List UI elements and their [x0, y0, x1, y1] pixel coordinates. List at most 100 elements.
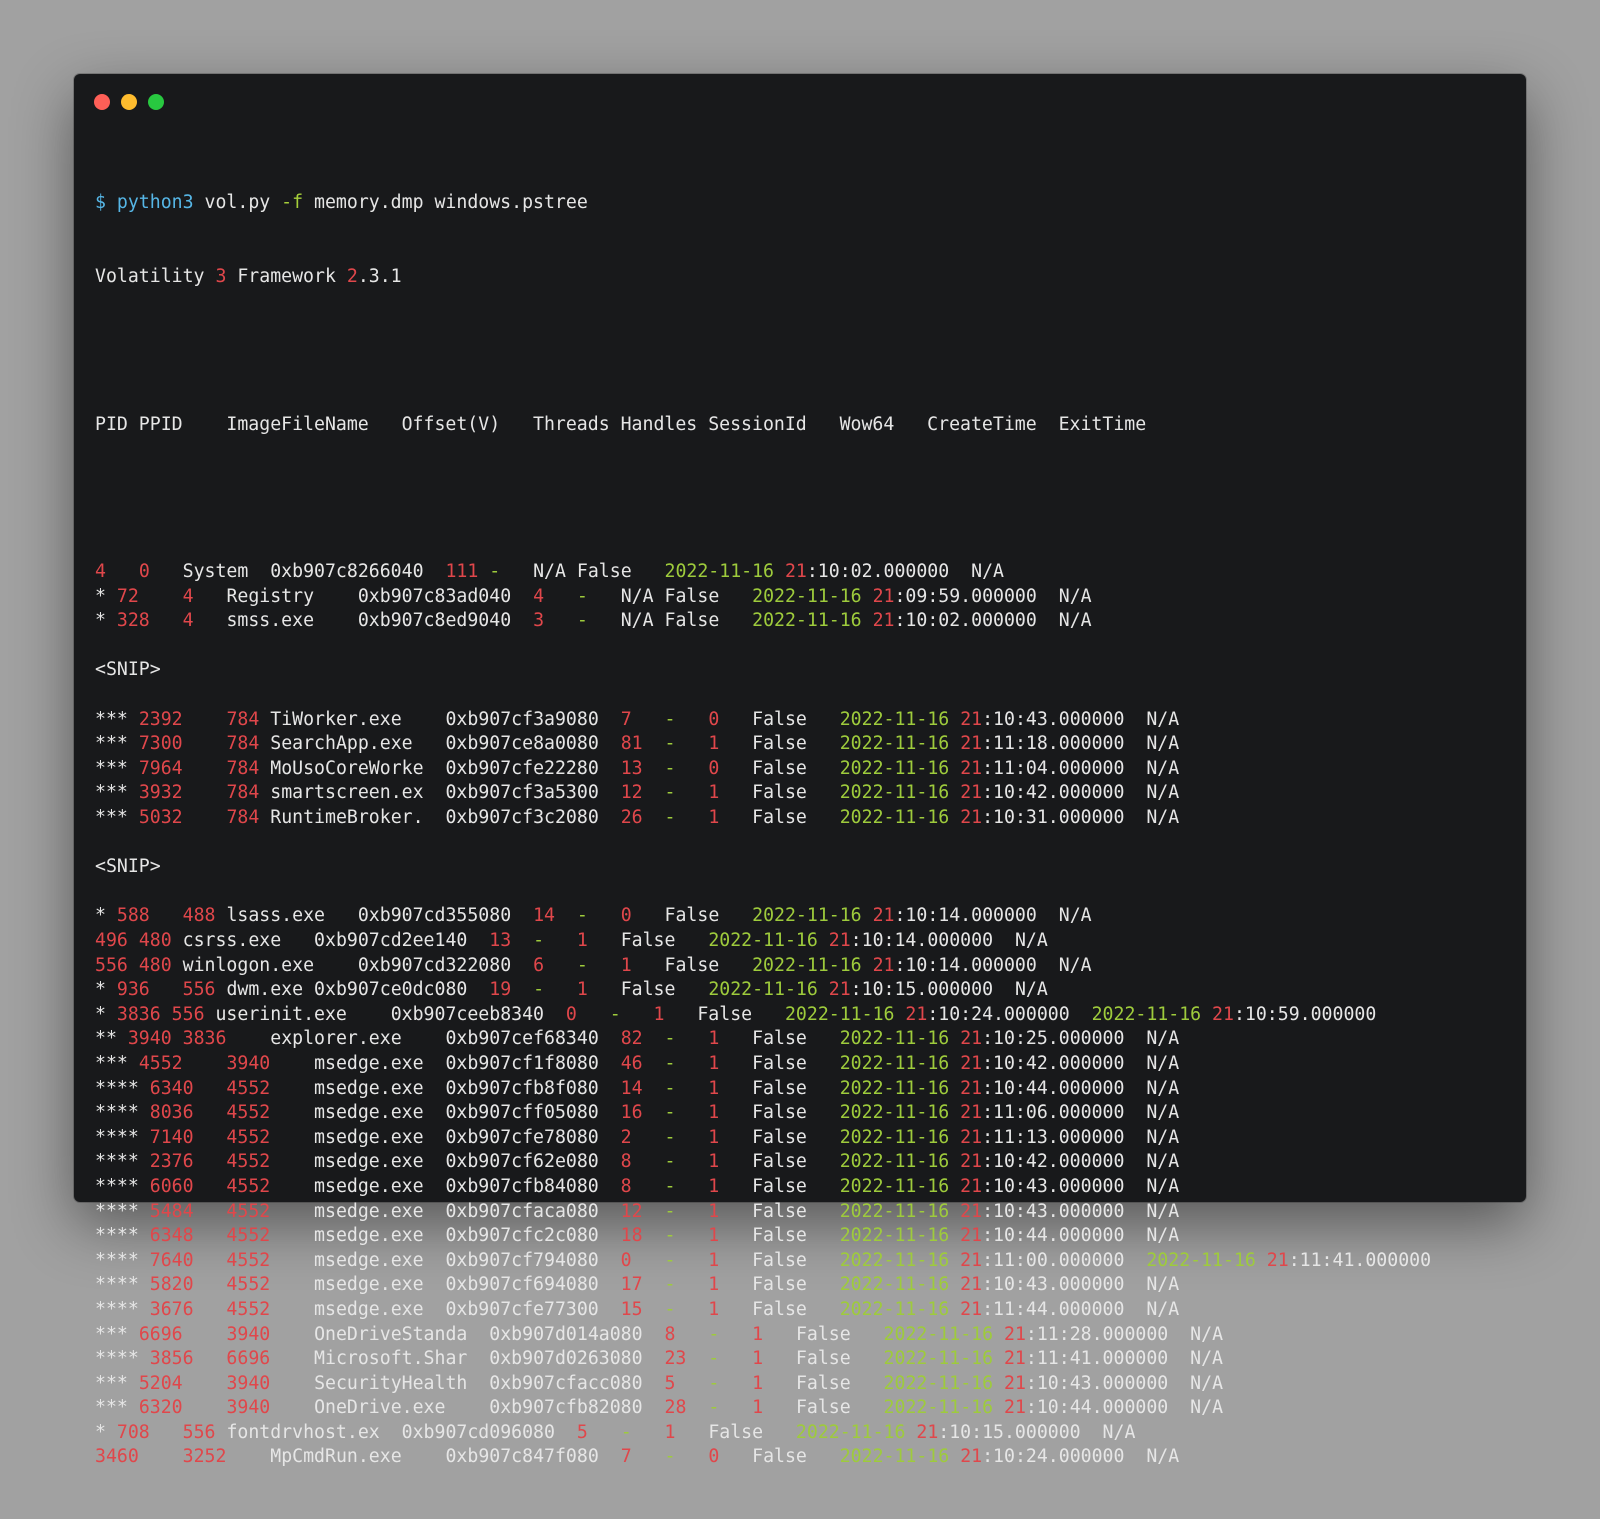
exit-time: N/A: [1014, 930, 1048, 951]
tree-depth: ***: [95, 1323, 139, 1345]
handles: -: [664, 1102, 676, 1124]
process-row[interactable]: *** 5032 784 RuntimeBroker. 0xb907cf3c20…: [95, 806, 1516, 831]
session-id: 1: [708, 1249, 720, 1271]
create-time-date: 2022-11-16: [839, 1151, 950, 1173]
pid: 4552: [138, 1052, 183, 1074]
process-row[interactable]: 3460 3252 MpCmdRun.exe 0xb907c847f080 7 …: [95, 1445, 1516, 1470]
process-row[interactable]: **** 6060 4552 msedge.exe 0xb907cfb84080…: [95, 1175, 1516, 1200]
create-time-date: 2022-11-16: [708, 930, 818, 951]
process-row[interactable]: * 588 488 lsass.exe 0xb907cd355080 14 - …: [95, 904, 1516, 929]
threads: 23: [664, 1348, 687, 1370]
process-row[interactable]: *** 7300 784 SearchApp.exe 0xb907ce8a008…: [95, 732, 1516, 757]
threads: 7: [620, 708, 632, 730]
create-time-hour: 21: [960, 1151, 983, 1173]
exit-time: N/A: [1146, 1175, 1180, 1197]
process-row[interactable]: 496 480 csrss.exe 0xb907cd2ee140 13 - 1 …: [95, 929, 1516, 954]
offset: 0xb907cf3a5300: [445, 782, 599, 804]
process-row[interactable]: **** 5484 4552 msedge.exe 0xb907cfaca080…: [95, 1200, 1516, 1225]
process-row[interactable]: * 708 556 fontdrvhost.ex 0xb907cd096080 …: [95, 1421, 1516, 1446]
process-row[interactable]: *** 4552 3940 msedge.exe 0xb907cf1f8080 …: [95, 1052, 1516, 1077]
threads: 15: [620, 1298, 643, 1320]
exit-time: N/A: [1146, 1446, 1180, 1468]
process-row[interactable]: **** 2376 4552 msedge.exe 0xb907cf62e080…: [95, 1150, 1516, 1175]
offset: 0xb907cfacc080: [489, 1372, 643, 1394]
handles: -: [664, 708, 676, 730]
wow64: False: [620, 979, 676, 1001]
wow64: False: [752, 807, 807, 829]
process-row[interactable]: **** 3676 4552 msedge.exe 0xb907cfe77300…: [95, 1298, 1516, 1323]
process-row[interactable]: **** 3856 6696 Microsoft.Shar 0xb907d026…: [95, 1347, 1516, 1372]
session-id: 1: [708, 1151, 720, 1173]
tree-depth: ****: [95, 1274, 150, 1296]
create-time: 2022-11-16 21:11:04.000000: [839, 757, 1125, 779]
create-time-hour: 21: [872, 610, 895, 632]
threads: 8: [620, 1175, 632, 1197]
create-time-date: 2022-11-16: [752, 905, 862, 927]
process-row[interactable]: *** 6696 3940 OneDriveStanda 0xb907d014a…: [95, 1323, 1516, 1348]
process-row[interactable]: *** 7964 784 MoUsoCoreWorke 0xb907cfe222…: [95, 757, 1516, 782]
offset: 0xb907c8266040: [270, 561, 424, 583]
process-row[interactable]: * 936 556 dwm.exe 0xb907ce0dc080 19 - 1 …: [95, 978, 1516, 1003]
ppid: 3940: [226, 1372, 271, 1394]
terminal-output[interactable]: $ python3 vol.py -f memory.dmp windows.p…: [95, 142, 1516, 1519]
create-time-hour: 21: [960, 757, 983, 779]
process-row[interactable]: *** 2392 784 TiWorker.exe 0xb907cf3a9080…: [95, 708, 1516, 733]
process-row[interactable]: * 72 4 Registry 0xb907c83ad040 4 - N/A F…: [95, 585, 1516, 610]
process-row[interactable]: **** 6340 4552 msedge.exe 0xb907cfb8f080…: [95, 1077, 1516, 1102]
process-row[interactable]: **** 8036 4552 msedge.exe 0xb907cff05080…: [95, 1101, 1516, 1126]
pid: 4: [95, 561, 106, 583]
process-row[interactable]: * 3836 556 userinit.exe 0xb907ceeb8340 0…: [95, 1003, 1516, 1028]
image-file-name: SecurityHealth: [314, 1372, 468, 1394]
pid: 5820: [149, 1274, 194, 1296]
exit-time: N/A: [1146, 757, 1180, 779]
process-row[interactable]: * 328 4 smss.exe 0xb907c8ed9040 3 - N/A …: [95, 609, 1516, 634]
wow64: False: [752, 733, 807, 755]
process-row[interactable]: **** 5820 4552 msedge.exe 0xb907cf694080…: [95, 1273, 1516, 1298]
session-id: 1: [752, 1372, 764, 1394]
pid: 72: [116, 585, 139, 607]
minimize-button[interactable]: [121, 94, 137, 110]
offset: 0xb907cf794080: [445, 1249, 599, 1271]
process-row[interactable]: *** 3932 784 smartscreen.ex 0xb907cf3a53…: [95, 781, 1516, 806]
create-time-hour: 21: [828, 930, 851, 951]
image-file-name: msedge.exe: [314, 1077, 424, 1099]
image-file-name: msedge.exe: [314, 1126, 424, 1148]
create-time-date: 2022-11-16: [752, 585, 862, 607]
banner-word: Framework: [237, 265, 336, 287]
tree-depth: *: [95, 585, 117, 607]
pid: 3676: [149, 1298, 194, 1320]
tree-depth: *: [95, 1003, 117, 1025]
close-button[interactable]: [94, 94, 110, 110]
process-row[interactable]: 4 0 System 0xb907c8266040 111 - N/A Fals…: [95, 560, 1516, 585]
maximize-button[interactable]: [148, 94, 164, 110]
wow64: False: [752, 708, 807, 730]
offset: 0xb907cfaca080: [445, 1200, 599, 1222]
process-row[interactable]: **** 7640 4552 msedge.exe 0xb907cf794080…: [95, 1249, 1516, 1274]
ppid: 556: [182, 979, 216, 1001]
create-time-hour: 21: [960, 782, 983, 804]
ppid: 4552: [226, 1274, 271, 1296]
ppid: 4552: [226, 1102, 271, 1124]
threads: 7: [620, 1446, 632, 1468]
image-file-name: fontdrvhost.ex: [226, 1421, 380, 1443]
offset: 0xb907ceeb8340: [390, 1003, 545, 1025]
process-row[interactable]: 556 480 winlogon.exe 0xb907cd322080 6 - …: [95, 954, 1516, 979]
session-id: 1: [576, 930, 588, 951]
process-row[interactable]: *** 6320 3940 OneDrive.exe 0xb907cfb8208…: [95, 1396, 1516, 1421]
process-row[interactable]: ** 3940 3836 explorer.exe 0xb907cef68340…: [95, 1027, 1516, 1052]
image-file-name: MpCmdRun.exe: [270, 1446, 402, 1468]
image-file-name: OneDriveStanda: [314, 1323, 468, 1345]
create-time-hour: 21: [960, 1298, 983, 1320]
handles: -: [576, 585, 588, 607]
process-row[interactable]: **** 7140 4552 msedge.exe 0xb907cfe78080…: [95, 1126, 1516, 1151]
create-time-date: 2022-11-16: [795, 1421, 906, 1443]
pid: 3932: [138, 782, 183, 804]
handles: -: [708, 1348, 720, 1370]
process-row[interactable]: *** 5204 3940 SecurityHealth 0xb907cfacc…: [95, 1372, 1516, 1397]
tree-depth: ***: [95, 1052, 139, 1074]
create-time-date: 2022-11-16: [839, 807, 950, 829]
create-time: 2022-11-16 21:11:44.000000: [839, 1298, 1125, 1320]
process-row[interactable]: **** 6348 4552 msedge.exe 0xb907cfc2c080…: [95, 1224, 1516, 1249]
